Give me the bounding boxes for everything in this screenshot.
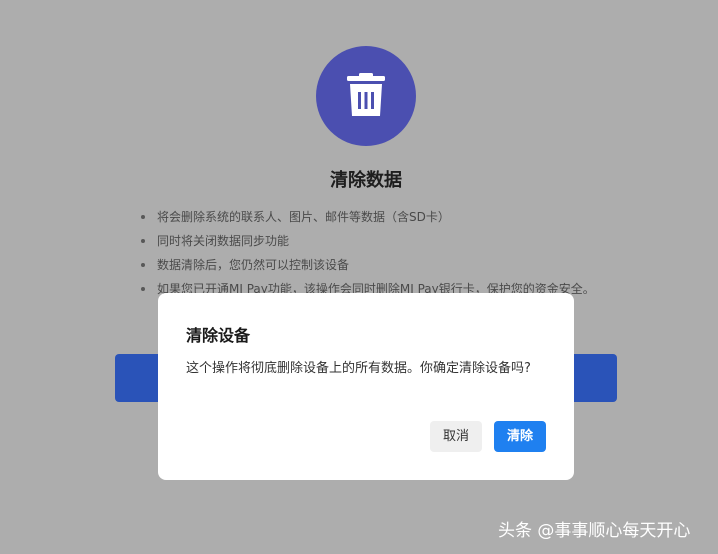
cancel-button[interactable]: 取消 [430,421,482,452]
clear-device-dialog: 清除设备 这个操作将彻底删除设备上的所有数据。你确定清除设备吗? 取消 清除 [158,293,574,480]
confirm-clear-button[interactable]: 清除 [494,421,546,452]
watermark: 头条 @事事顺心每天开心 [498,521,691,541]
info-list: 将会删除系统的联系人、图片、邮件等数据（含SD卡） 同时将关闭数据同步功能 数据… [140,207,595,303]
info-item: 同时将关闭数据同步功能 [140,231,595,255]
info-item: 数据清除后，您仍然可以控制该设备 [140,255,595,279]
trash-icon [316,46,416,146]
dialog-title: 清除设备 [186,326,251,345]
dialog-message: 这个操作将彻底删除设备上的所有数据。你确定清除设备吗? [186,361,531,376]
info-item: 将会删除系统的联系人、图片、邮件等数据（含SD卡） [140,207,595,231]
page-title: 清除数据 [330,170,402,191]
